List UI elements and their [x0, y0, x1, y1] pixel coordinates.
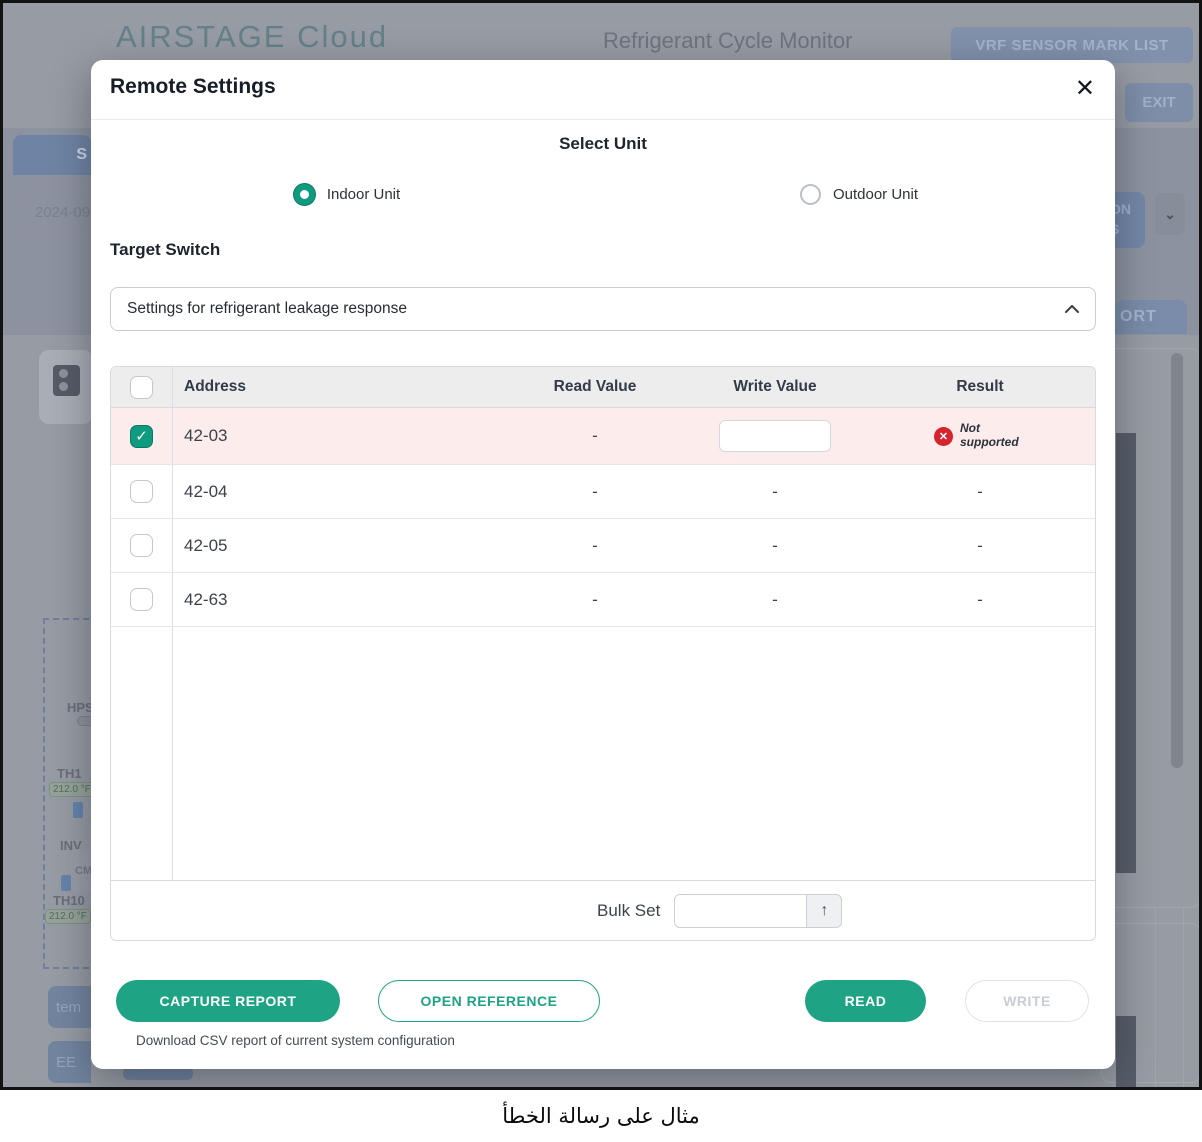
background-dark-bar [1116, 1016, 1136, 1090]
outdoor-unit-option[interactable]: Outdoor Unit [603, 180, 1115, 208]
background-line [1155, 908, 1156, 1088]
address-cell: 42-03 [173, 426, 505, 446]
switch-table: Address Read Value Write Value Result ✓ … [110, 366, 1096, 941]
table-row: 42-05 - - - [111, 519, 1095, 573]
target-switch-heading: Target Switch [110, 240, 220, 260]
dialog-header: Remote Settings ✕ [91, 60, 1115, 120]
table-header-row: Address Read Value Write Value Result [111, 367, 1095, 408]
address-cell: 42-04 [173, 482, 505, 502]
indoor-unit-radio[interactable] [294, 184, 315, 205]
remote-settings-dialog: Remote Settings ✕ Select Unit Indoor Uni… [91, 60, 1115, 1069]
page-title: Refrigerant Cycle Monitor [603, 28, 852, 54]
address-cell: 42-05 [173, 536, 505, 556]
result-cell: - [865, 590, 1095, 610]
row-checkbox[interactable] [130, 480, 153, 503]
open-reference-button[interactable]: OPEN REFERENCE [378, 980, 600, 1022]
write-value-header: Write Value [685, 378, 865, 396]
eev-button-partial[interactable]: EE [48, 1041, 91, 1083]
indoor-unit-option[interactable]: Indoor Unit [91, 180, 603, 208]
background-tab-partial[interactable]: S [13, 135, 91, 175]
background-dropdown-toggle[interactable]: ⌄ [1155, 193, 1185, 235]
row-checkbox[interactable] [130, 534, 153, 557]
table-empty-area [111, 627, 1095, 880]
target-switch-select[interactable]: Settings for refrigerant leakage respons… [110, 287, 1096, 331]
th10-label: TH10 [53, 893, 85, 908]
write-button[interactable]: WRITE [965, 980, 1089, 1022]
result-cell: - [865, 536, 1095, 556]
bulk-apply-button[interactable]: ↑ [806, 894, 842, 928]
table-row: 42-04 - - - [111, 465, 1095, 519]
error-icon: ✕ [934, 427, 953, 446]
outdoor-unit-label: Outdoor Unit [833, 186, 918, 203]
result-header: Result [865, 378, 1095, 396]
dialog-actions: CAPTURE REPORT OPEN REFERENCE READ WRITE [116, 980, 1089, 1022]
read-value-cell: - [505, 426, 685, 446]
dialog-title: Remote Settings [110, 75, 276, 99]
select-all-checkbox[interactable] [130, 376, 153, 399]
result-cell: - [865, 482, 1095, 502]
table-row: ✓ 42-03 - ✕ Notsupported [111, 408, 1095, 465]
arabic-caption: مثال على رسالة الخطأ [502, 1104, 699, 1128]
hps-label: HPS [67, 700, 94, 715]
capture-report-button[interactable]: CAPTURE REPORT [116, 980, 340, 1022]
row-checkbox[interactable] [130, 588, 153, 611]
table-row: 42-63 - - - [111, 573, 1095, 627]
read-value-header: Read Value [505, 378, 685, 396]
outdoor-unit-radio[interactable] [800, 184, 821, 205]
write-value-cell: - [685, 536, 865, 556]
row-checkbox-checked[interactable]: ✓ [130, 425, 153, 448]
background-line [1183, 908, 1184, 1088]
th1-label: TH1 [57, 766, 82, 781]
write-value-cell: - [685, 482, 865, 502]
close-icon[interactable]: ✕ [1075, 73, 1095, 104]
capture-report-hint: Download CSV report of current system co… [136, 1033, 455, 1048]
bulk-set-label: Bulk Set [597, 901, 660, 921]
airstage-cloud-logo: AIRSTAGE Cloud [116, 19, 388, 55]
unit-icon [53, 365, 80, 396]
temp-button-partial[interactable]: tem [48, 986, 91, 1028]
vrf-sensor-mark-list-button[interactable]: VRF SENSOR MARK LIST [951, 27, 1193, 63]
address-cell: 42-63 [173, 590, 505, 610]
export-button-partial[interactable]: ORT [1115, 300, 1187, 334]
select-unit-heading: Select Unit [91, 134, 1115, 154]
cm-box: CM [71, 849, 93, 893]
arrow-up-icon: ↑ [820, 902, 828, 920]
read-button[interactable]: READ [805, 980, 926, 1022]
target-switch-value: Settings for refrigerant leakage respons… [127, 300, 407, 318]
read-value-cell: - [505, 590, 685, 610]
sensor-icon [61, 875, 71, 891]
chevron-up-icon [1065, 305, 1079, 313]
cm-label: CM [75, 865, 92, 877]
bulk-set-row: Bulk Set ↑ [111, 880, 1095, 940]
bulk-set-input[interactable] [674, 894, 806, 928]
unit-radio-group: Indoor Unit Outdoor Unit [91, 180, 1115, 208]
th1-value-badge: 212.0 °F [49, 782, 95, 797]
write-value-input[interactable] [719, 420, 831, 452]
app-screenshot: AIRSTAGE Cloud Refrigerant Cycle Monitor… [0, 0, 1202, 1090]
result-status-text: Notsupported [960, 422, 1026, 450]
background-dark-bar [1116, 433, 1136, 873]
write-value-cell: - [685, 590, 865, 610]
indoor-unit-label: Indoor Unit [327, 186, 400, 203]
exit-button[interactable]: EXIT [1125, 83, 1193, 122]
screenshot-caption-band: مثال على رسالة الخطأ [0, 1090, 1202, 1142]
indoor-unit-card [39, 350, 93, 424]
chevron-down-icon: ⌄ [1164, 206, 1176, 223]
address-header: Address [173, 378, 505, 396]
th10-value-badge: 212.0 °F [45, 909, 91, 924]
scrollbar-thumb[interactable] [1171, 353, 1183, 768]
read-value-cell: - [505, 536, 685, 556]
read-value-cell: - [505, 482, 685, 502]
sensor-icon [73, 802, 83, 818]
